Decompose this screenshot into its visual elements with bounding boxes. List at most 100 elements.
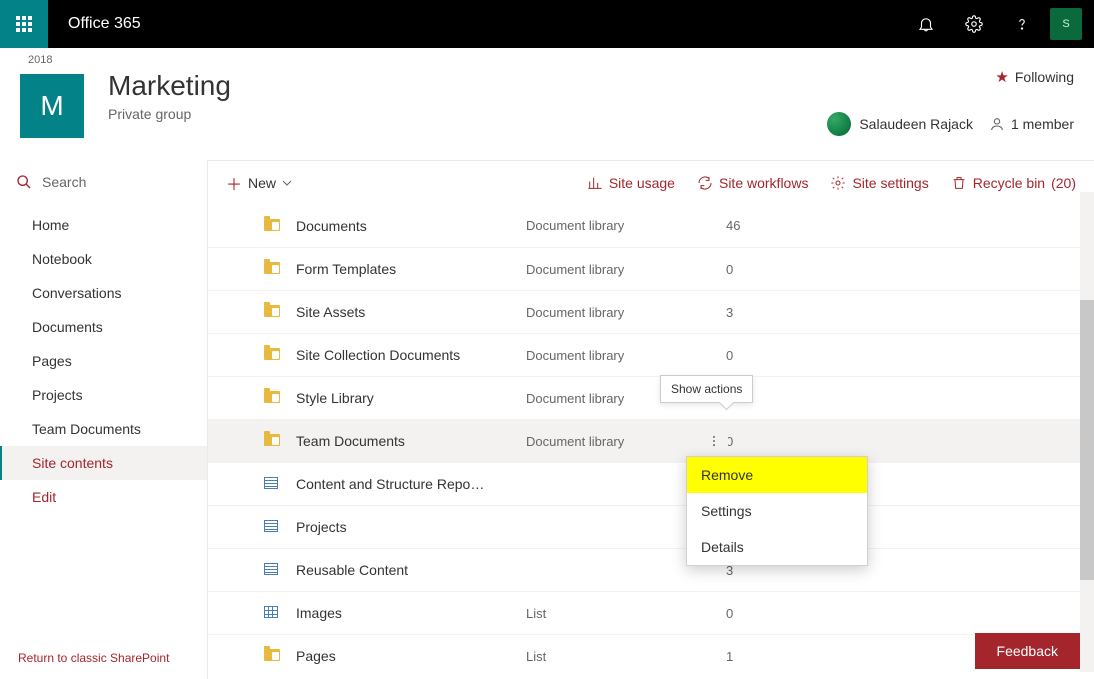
list-icon	[264, 519, 284, 535]
row-count: 0	[726, 434, 806, 449]
row-name[interactable]: Pages	[296, 648, 526, 664]
row-actions-button[interactable]	[700, 427, 728, 455]
site-owner[interactable]: Salaudeen Rajack	[827, 112, 973, 136]
site-workflows-label: Site workflows	[719, 175, 808, 191]
row-type: Document library	[526, 262, 726, 277]
row-type: Document library	[526, 305, 726, 320]
table-row[interactable]: Form TemplatesDocument library0	[208, 247, 1094, 290]
plus-icon: ＋	[226, 171, 242, 195]
table-row[interactable]: Projects0	[208, 505, 1094, 548]
row-name[interactable]: Projects	[296, 519, 526, 535]
following-label: Following	[1015, 69, 1074, 85]
site-year: 2018	[28, 54, 52, 66]
row-type: Document library	[526, 348, 726, 363]
gear-icon	[965, 15, 983, 33]
notifications-button[interactable]	[902, 0, 950, 48]
table-row[interactable]: Site AssetsDocument library3	[208, 290, 1094, 333]
row-count: 46	[726, 218, 806, 233]
show-actions-tooltip: Show actions	[660, 375, 753, 403]
nav-item[interactable]: Team Documents	[0, 412, 207, 446]
row-name[interactable]: Form Templates	[296, 261, 526, 277]
row-type: List	[526, 649, 726, 664]
settings-button[interactable]	[950, 0, 998, 48]
row-type: Document library	[526, 218, 726, 233]
table-row[interactable]: Content and Structure Repo…7	[208, 462, 1094, 505]
site-privacy: Private group	[108, 106, 231, 122]
new-label: New	[248, 175, 276, 191]
question-icon	[1013, 15, 1031, 33]
suite-topbar: Office 365 S	[0, 0, 1094, 48]
gear-icon	[830, 175, 846, 191]
command-bar: ＋ New Site usage Site workflows Site set…	[208, 160, 1094, 204]
feedback-button[interactable]: Feedback	[975, 633, 1080, 669]
nav-item[interactable]: Pages	[0, 344, 207, 378]
user-avatar[interactable]: S	[1050, 8, 1082, 40]
suite-brand[interactable]: Office 365	[68, 15, 141, 33]
new-button[interactable]: ＋ New	[226, 171, 292, 195]
row-name[interactable]: Content and Structure Repo…	[296, 476, 526, 492]
row-name[interactable]: Images	[296, 605, 526, 621]
left-nav: Search HomeNotebookConversationsDocument…	[0, 160, 208, 679]
following-button[interactable]: ★ Following	[827, 68, 1074, 86]
members-link[interactable]: 1 member	[989, 116, 1074, 132]
table-row[interactable]: Reusable Content3	[208, 548, 1094, 591]
context-menu: Remove Settings Details	[686, 456, 868, 566]
site-title[interactable]: Marketing	[108, 70, 231, 102]
nav-item[interactable]: Edit	[0, 480, 207, 514]
ctx-remove[interactable]: Remove	[687, 457, 867, 493]
classic-sharepoint-link[interactable]: Return to classic SharePoint	[0, 637, 207, 679]
nav-item[interactable]: Documents	[0, 310, 207, 344]
nav-item[interactable]: Home	[0, 208, 207, 242]
table-row[interactable]: ImagesList0	[208, 591, 1094, 634]
trash-icon	[951, 175, 967, 191]
site-logo[interactable]: M	[20, 74, 84, 138]
row-name[interactable]: Site Assets	[296, 304, 526, 320]
refresh-icon	[697, 175, 713, 191]
app-launcher-button[interactable]	[0, 0, 48, 48]
ctx-details[interactable]: Details	[687, 529, 867, 565]
row-name[interactable]: Team Documents	[296, 433, 526, 449]
recycle-bin-button[interactable]: Recycle bin (20)	[951, 175, 1076, 191]
nav-item[interactable]: Site contents	[0, 446, 207, 480]
row-count: 0	[726, 606, 806, 621]
site-settings-label: Site settings	[852, 175, 928, 191]
row-type: List	[526, 606, 726, 621]
row-count: 1	[726, 649, 806, 664]
scrollbar-thumb[interactable]	[1080, 300, 1094, 580]
table-row[interactable]: Team DocumentsDocument library0	[208, 419, 1094, 462]
row-name[interactable]: Style Library	[296, 390, 526, 406]
bell-icon	[917, 15, 935, 33]
help-button[interactable]	[998, 0, 1046, 48]
folder-icon	[264, 218, 284, 234]
listdb-icon	[264, 605, 284, 621]
row-name[interactable]: Site Collection Documents	[296, 347, 526, 363]
row-name[interactable]: Documents	[296, 218, 526, 234]
folder-icon	[264, 648, 284, 664]
table-row[interactable]: Site Collection DocumentsDocument librar…	[208, 333, 1094, 376]
table-row[interactable]: PagesList1	[208, 634, 1094, 677]
row-count: 3	[726, 305, 806, 320]
search-icon	[16, 174, 32, 190]
owner-name: Salaudeen Rajack	[859, 116, 973, 132]
chevron-down-icon	[282, 178, 292, 188]
main-area: ＋ New Site usage Site workflows Site set…	[208, 160, 1094, 679]
search-input[interactable]: Search	[0, 160, 207, 204]
folder-icon	[264, 390, 284, 406]
ctx-settings[interactable]: Settings	[687, 493, 867, 529]
ellipsis-icon	[707, 434, 721, 448]
members-count: 1 member	[1011, 116, 1074, 132]
nav-item[interactable]: Conversations	[0, 276, 207, 310]
site-usage-label: Site usage	[609, 175, 675, 191]
table-row[interactable]: DocumentsDocument library46	[208, 204, 1094, 247]
row-count: 0	[726, 348, 806, 363]
row-name[interactable]: Reusable Content	[296, 562, 526, 578]
table-row[interactable]: Style LibraryDocument library628	[208, 376, 1094, 419]
list-icon	[264, 562, 284, 578]
nav-item[interactable]: Notebook	[0, 242, 207, 276]
site-workflows-button[interactable]: Site workflows	[697, 175, 808, 191]
nav-item[interactable]: Projects	[0, 378, 207, 412]
content-list: DocumentsDocument library46Form Template…	[208, 204, 1094, 679]
site-usage-button[interactable]: Site usage	[587, 175, 675, 191]
site-settings-button[interactable]: Site settings	[830, 175, 928, 191]
chart-icon	[587, 175, 603, 191]
